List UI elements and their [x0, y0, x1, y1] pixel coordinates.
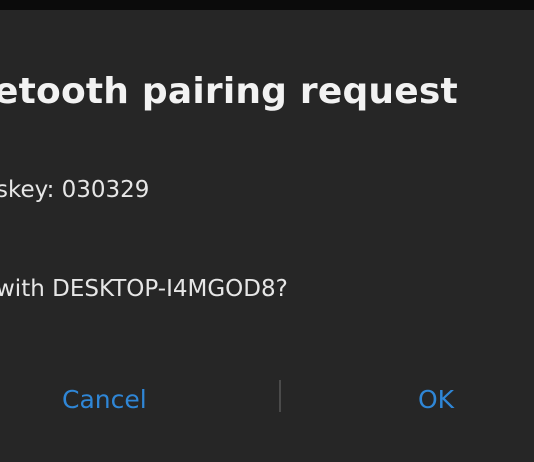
button-divider: [279, 380, 281, 412]
status-bar: [0, 0, 534, 10]
cancel-button[interactable]: Cancel: [62, 382, 147, 418]
pair-question-text: with DESKTOP-I4MGOD8?: [0, 276, 288, 302]
dialog-title: etooth pairing request: [0, 71, 458, 112]
bluetooth-pairing-dialog: etooth pairing request skey: 030329 with…: [0, 10, 534, 462]
ok-button[interactable]: OK: [418, 382, 454, 418]
passkey-text: skey: 030329: [0, 177, 150, 203]
